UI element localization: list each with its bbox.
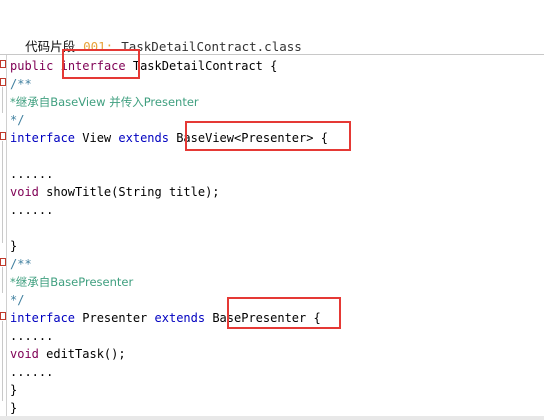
fold-marker-icon[interactable]: [0, 258, 6, 266]
method-signature: showTitle(String title);: [38, 185, 220, 199]
bottom-scrollbar[interactable]: [0, 416, 544, 420]
code-line-18: ......: [10, 365, 54, 379]
fold-line: [2, 141, 3, 243]
code-line-4: */: [10, 113, 25, 127]
code-line-13: *继承自BasePresenter: [10, 275, 134, 289]
fold-line: [2, 321, 3, 401]
code-line-20: }: [10, 401, 18, 415]
fold-line: [2, 267, 3, 293]
code-line-7: ......: [10, 167, 54, 181]
highlight-baseview-box: [185, 121, 351, 151]
code-line-14: */: [10, 293, 25, 307]
highlight-interface-box: [62, 49, 140, 79]
fold-line: [2, 87, 3, 113]
highlight-basepresenter-box: [227, 297, 341, 329]
keyword-extends: extends: [118, 131, 169, 145]
method-signature: editTask();: [38, 347, 126, 361]
snippet-filename: TaskDetailContract.class: [121, 39, 302, 54]
fold-marker-icon[interactable]: [0, 60, 6, 68]
code-line-17: void editTask();: [10, 345, 126, 363]
code-line-1: public interface TaskDetailContract {: [10, 57, 277, 75]
interface-name: View: [75, 131, 119, 145]
code-line-16: ......: [10, 329, 54, 343]
class-declaration: TaskDetailContract {: [125, 59, 278, 73]
keyword-interface: interface: [10, 311, 76, 325]
code-line-2: /**: [10, 77, 32, 91]
snippet-header: 代码片段 001: TaskDetailContract.class: [10, 17, 302, 54]
keyword-public: public: [10, 59, 54, 73]
keyword-void: void: [10, 185, 39, 199]
fold-marker-icon[interactable]: [0, 78, 6, 86]
fold-marker-icon[interactable]: [0, 132, 6, 140]
interface-name: Presenter: [75, 311, 155, 325]
code-line-9: ......: [10, 203, 54, 217]
keyword-void: void: [10, 347, 39, 361]
keyword-interface: interface: [10, 131, 76, 145]
code-line-8: void showTitle(String title);: [10, 183, 220, 201]
fold-marker-icon[interactable]: [0, 312, 6, 320]
code-line-19: }: [10, 383, 18, 397]
code-editor: public interface TaskDetailContract { /*…: [0, 49, 544, 420]
code-line-11: }: [10, 239, 18, 253]
keyword-extends: extends: [154, 311, 206, 325]
code-line-3: *继承自BaseView 并传入Presenter: [10, 95, 199, 109]
code-line-12: /**: [10, 257, 32, 271]
